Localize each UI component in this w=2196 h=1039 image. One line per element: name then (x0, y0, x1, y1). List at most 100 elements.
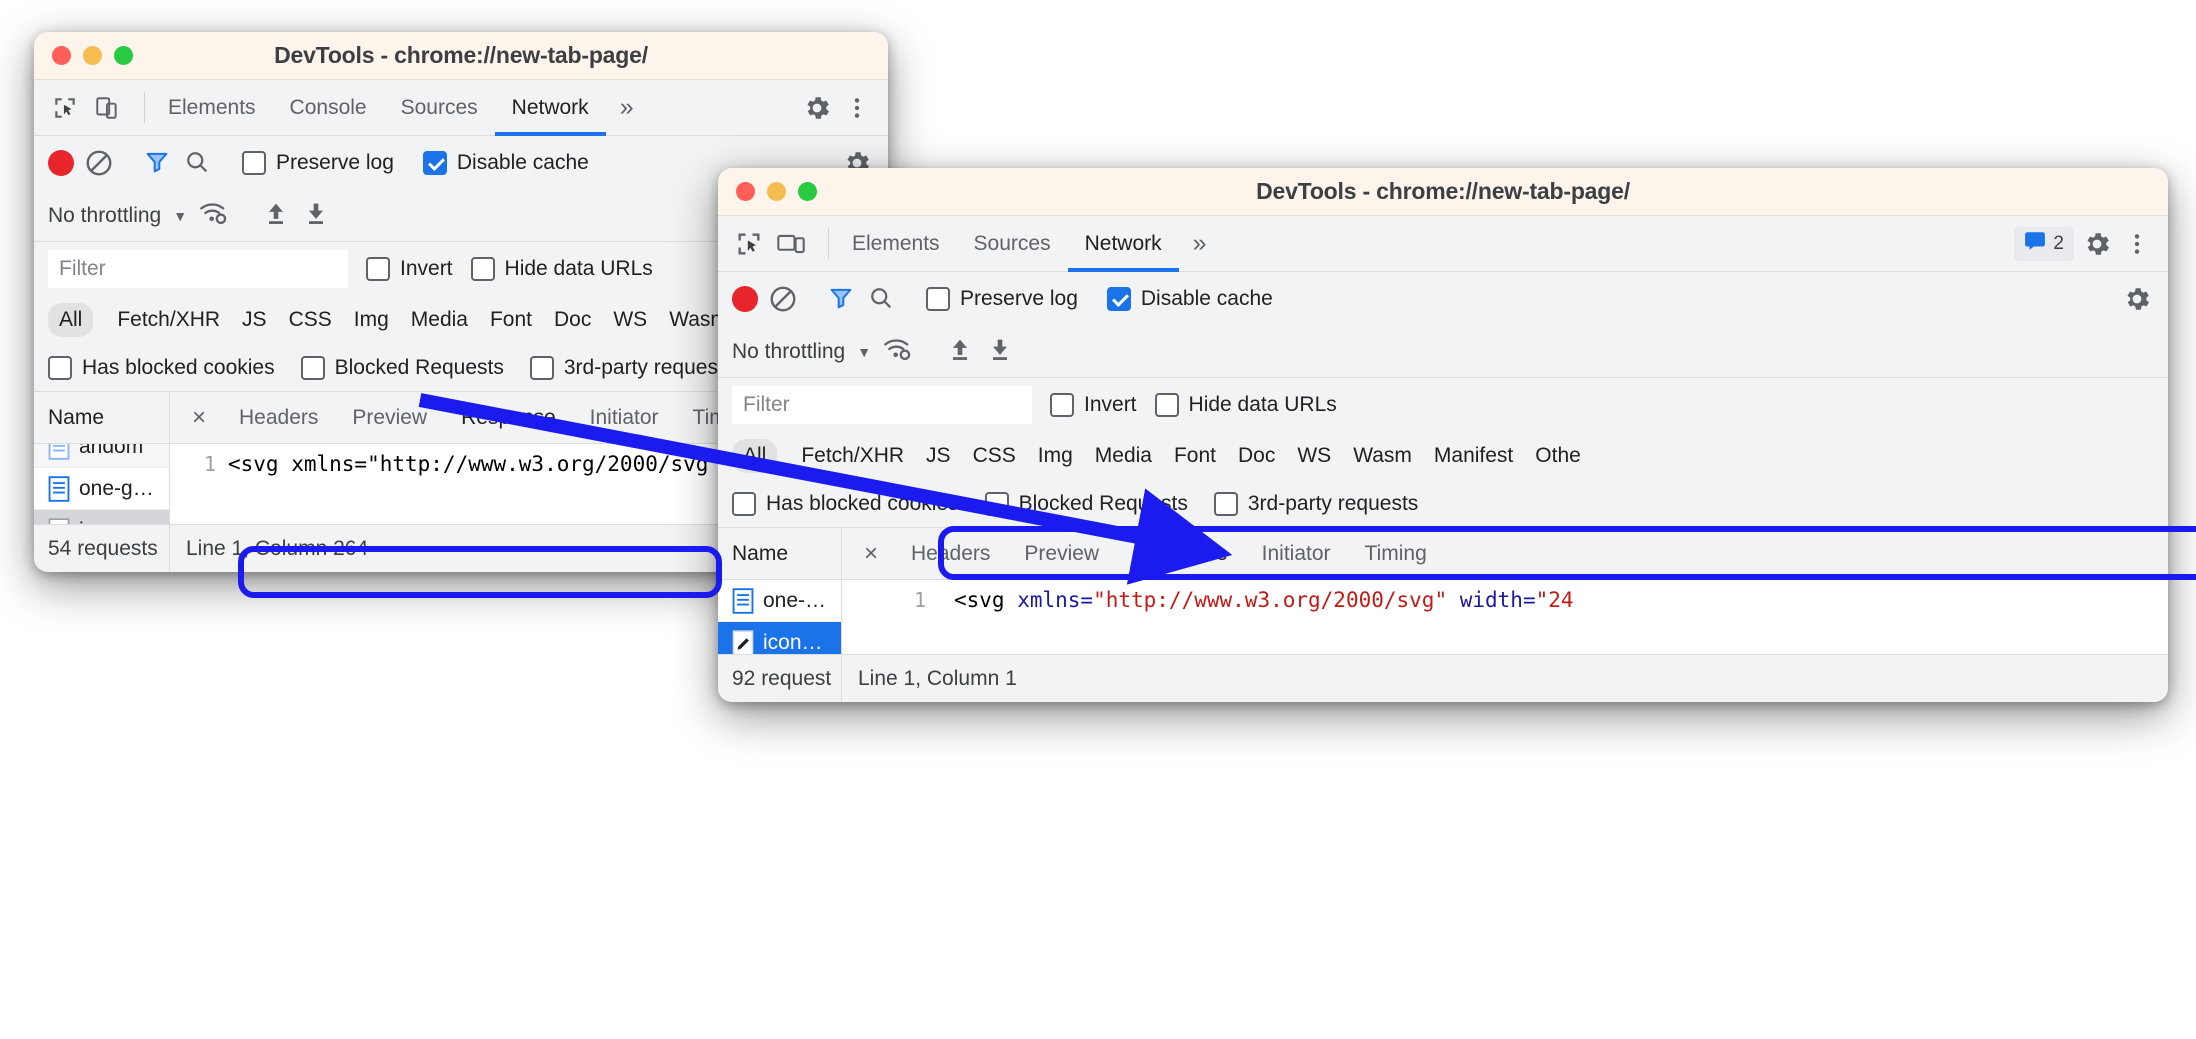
zoom-button[interactable] (798, 182, 817, 201)
tab-elements[interactable]: Elements (151, 80, 273, 135)
chevron-down-icon[interactable]: ▼ (857, 344, 871, 360)
detail-tab-preview[interactable]: Preview (335, 406, 444, 430)
checkbox-box[interactable] (470, 257, 495, 281)
type-font[interactable]: Font (479, 303, 543, 337)
type-ws[interactable]: WS (602, 303, 658, 337)
type-ws[interactable]: WS (1286, 439, 1342, 473)
detail-tab-response[interactable]: Response (1116, 542, 1245, 566)
more-options-icon[interactable] (840, 91, 874, 125)
front-panel-tabs[interactable]: Elements Sources Network » (835, 216, 1221, 272)
checkbox-box[interactable] (422, 151, 447, 175)
detail-tab-timing[interactable]: Timing (1348, 542, 1444, 566)
search-icon[interactable] (183, 148, 213, 178)
detail-tab-initiator[interactable]: Initiator (573, 406, 676, 430)
type-css[interactable]: CSS (278, 303, 343, 337)
close-button[interactable] (736, 182, 755, 201)
inspect-element-icon[interactable] (48, 91, 82, 125)
tab-console[interactable]: Console (273, 80, 384, 135)
clear-icon[interactable] (84, 148, 114, 178)
back-traffic-lights[interactable] (34, 46, 133, 65)
checkbox-box[interactable] (529, 355, 554, 380)
checkbox-box[interactable] (1213, 491, 1238, 516)
type-manifest[interactable]: Manifest (1423, 439, 1524, 473)
checkbox-box[interactable] (926, 287, 950, 311)
type-img[interactable]: Img (343, 303, 400, 337)
checkbox-box[interactable] (366, 257, 390, 281)
type-all[interactable]: All (48, 303, 94, 337)
type-img[interactable]: Img (1027, 439, 1084, 473)
table-row[interactable]: one-… (718, 580, 841, 622)
record-button[interactable] (732, 286, 758, 312)
table-row[interactable]: one-g… (34, 468, 169, 510)
type-fetch-xhr[interactable]: Fetch/XHR (790, 439, 915, 473)
blocked-requests-checkbox[interactable]: Blocked Requests (984, 491, 1188, 516)
type-doc[interactable]: Doc (1227, 439, 1286, 473)
filter-icon[interactable] (143, 148, 173, 178)
wifi-settings-icon[interactable] (199, 200, 229, 231)
more-tabs-icon[interactable]: » (606, 80, 648, 135)
gear-icon[interactable] (2080, 227, 2114, 261)
detail-tab-response[interactable]: Response (444, 406, 573, 430)
checkbox-box[interactable] (1050, 393, 1074, 417)
type-js[interactable]: JS (231, 303, 278, 337)
front-detail-tabs[interactable]: × Headers Preview Response Initiator Tim… (842, 528, 2168, 580)
front-resource-types[interactable]: All Fetch/XHR JS CSS Img Media Font Doc … (718, 432, 2168, 480)
hide-data-urls-checkbox[interactable]: Hide data URLs (1154, 393, 1337, 417)
disable-cache-checkbox[interactable]: Disable cache (422, 151, 589, 175)
devtools-window-front[interactable]: DevTools - chrome://new-tab-page/ Elemen… (718, 168, 2168, 702)
preserve-log-checkbox[interactable]: Preserve log (242, 151, 394, 175)
device-toolbar-icon[interactable] (774, 227, 808, 261)
blocked-requests-checkbox[interactable]: Blocked Requests (300, 355, 504, 380)
type-js[interactable]: JS (915, 439, 962, 473)
table-row[interactable]: andom (34, 444, 169, 468)
invert-checkbox[interactable]: Invert (1050, 393, 1137, 417)
detail-tab-preview[interactable]: Preview (1007, 542, 1116, 566)
checkbox-box[interactable] (1106, 287, 1131, 311)
code-line[interactable]: <svg xmlns="http://www.w3.org/2000/svg" … (938, 580, 2168, 654)
front-rows[interactable]: one-… icon… <> cust… (718, 580, 841, 654)
preserve-log-checkbox[interactable]: Preserve log (926, 287, 1078, 311)
detail-tab-headers[interactable]: Headers (894, 542, 1007, 566)
back-panel-tabs[interactable]: Elements Console Sources Network » (151, 80, 648, 136)
type-media[interactable]: Media (1084, 439, 1163, 473)
type-wasm[interactable]: Wasm (1342, 439, 1423, 473)
name-column-header[interactable]: Name (34, 392, 169, 444)
table-row[interactable]: icon… (718, 622, 841, 654)
has-blocked-cookies-checkbox[interactable]: Has blocked cookies (732, 491, 959, 516)
third-party-requests-checkbox[interactable]: 3rd-party requests (1213, 491, 1418, 516)
type-css[interactable]: CSS (962, 439, 1027, 473)
hide-data-urls-checkbox[interactable]: Hide data URLs (470, 257, 653, 281)
throttle-value[interactable]: No throttling (732, 340, 845, 364)
detail-tab-initiator[interactable]: Initiator (1245, 542, 1348, 566)
front-code-area[interactable]: 1 <svg xmlns="http://www.w3.org/2000/svg… (842, 580, 2168, 654)
type-doc[interactable]: Doc (543, 303, 602, 337)
more-tabs-icon[interactable]: » (1179, 216, 1221, 271)
upload-icon[interactable] (262, 199, 290, 232)
record-button[interactable] (48, 150, 74, 176)
front-tabstrip-right[interactable]: 2 (2014, 216, 2168, 271)
tab-network[interactable]: Network (494, 80, 606, 136)
filter-input[interactable]: Filter (48, 250, 348, 288)
clear-icon[interactable] (768, 284, 798, 314)
gear-icon[interactable] (800, 91, 834, 125)
device-toolbar-icon[interactable] (90, 91, 124, 125)
chevron-down-icon[interactable]: ▼ (173, 208, 187, 224)
has-blocked-cookies-checkbox[interactable]: Has blocked cookies (48, 355, 275, 380)
filter-input[interactable]: Filter (732, 386, 1032, 424)
checkbox-box[interactable] (242, 151, 266, 175)
detail-tab-headers[interactable]: Headers (222, 406, 335, 430)
download-icon[interactable] (302, 199, 330, 232)
type-other[interactable]: Othe (1524, 439, 1592, 473)
filter-icon[interactable] (827, 284, 857, 314)
checkbox-box[interactable] (732, 491, 756, 516)
front-traffic-lights[interactable] (718, 182, 817, 201)
more-options-icon[interactable] (2120, 227, 2154, 261)
table-row[interactable]: icon_… (34, 510, 169, 524)
checkbox-box[interactable] (1154, 393, 1179, 417)
type-media[interactable]: Media (400, 303, 479, 337)
tab-sources[interactable]: Sources (957, 216, 1068, 271)
wifi-settings-icon[interactable] (883, 336, 913, 367)
close-icon[interactable]: × (848, 540, 894, 568)
tab-sources[interactable]: Sources (384, 80, 495, 135)
zoom-button[interactable] (114, 46, 133, 65)
